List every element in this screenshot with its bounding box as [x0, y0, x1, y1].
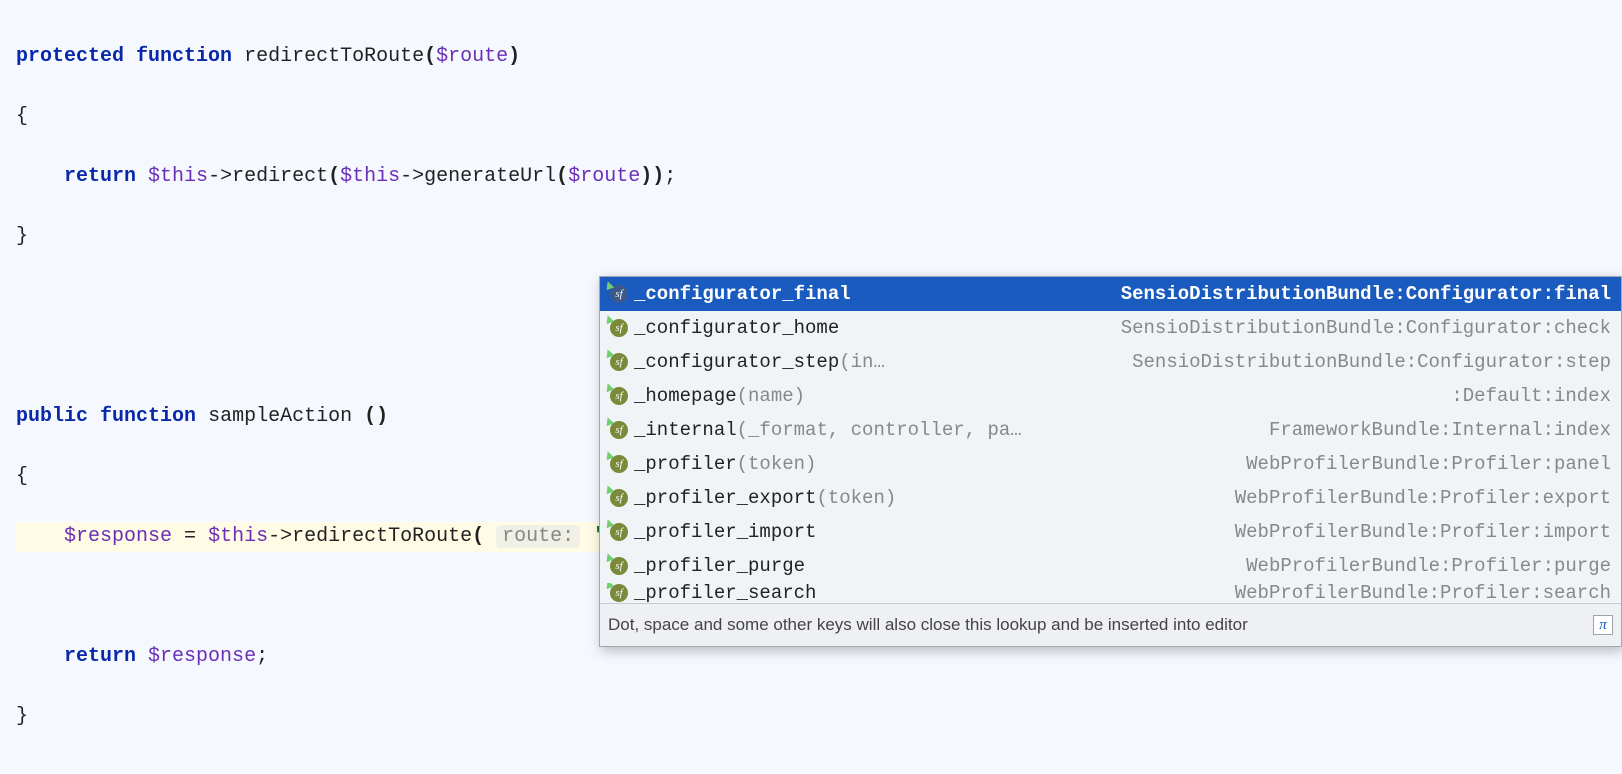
up-arrow-icon — [604, 382, 614, 392]
variable-this: $this — [208, 525, 268, 548]
completion-label: _profiler_import — [634, 515, 816, 549]
variable-this: $this — [340, 165, 400, 188]
completion-type: SensioDistributionBundle:Configurator:st… — [1112, 345, 1611, 379]
completion-item[interactable]: sf _homepage(name) :Default:index — [600, 379, 1621, 413]
completion-hint-bar: Dot, space and some other keys will also… — [600, 603, 1621, 646]
variable-response: $response — [148, 645, 256, 668]
code-line: protected function redirectToRoute($rout… — [16, 42, 1606, 72]
keyword-function: function — [100, 405, 196, 428]
method-generateUrl: generateUrl — [424, 165, 556, 188]
completion-type: WebProfilerBundle:Profiler:search — [1215, 583, 1611, 603]
symfony-route-icon: sf — [610, 285, 628, 303]
completion-type: WebProfilerBundle:Profiler:export — [1215, 481, 1611, 515]
method-redirect: redirect — [232, 165, 328, 188]
completion-type: WebProfilerBundle:Profiler:panel — [1226, 447, 1611, 481]
completion-hint-text: Dot, space and some other keys will also… — [608, 608, 1248, 642]
paren-close: ) — [508, 45, 520, 68]
completion-item[interactable]: sf _profiler_import WebProfilerBundle:Prof… — [600, 515, 1621, 549]
variable-route: $route — [568, 165, 640, 188]
keyword-return: return — [64, 165, 136, 188]
keyword-return: return — [64, 645, 136, 668]
variable-route: $route — [436, 45, 508, 68]
completion-type: FrameworkBundle:Internal:index — [1249, 413, 1611, 447]
completion-item[interactable]: sf _internal(_format, controller, pa… Fram… — [600, 413, 1621, 447]
code-line: return $this->redirect($this->generateUr… — [16, 162, 1606, 192]
completion-type: :Default:index — [1431, 379, 1611, 413]
completion-popup: sf _configurator_final SensioDistributionB… — [599, 276, 1622, 647]
symfony-route-icon: sf — [610, 421, 628, 439]
completion-item[interactable]: sf _profiler_search WebProfilerBundle:Prof… — [600, 583, 1621, 603]
completion-item[interactable]: sf _configurator_step(in… SensioDistributi… — [600, 345, 1621, 379]
up-arrow-icon — [604, 416, 614, 426]
completion-type: WebProfilerBundle:Profiler:import — [1215, 515, 1611, 549]
function-name: redirectToRoute — [244, 45, 424, 68]
keyword-public: public — [16, 405, 88, 428]
symfony-route-icon: sf — [610, 523, 628, 541]
parameter-hint: route: — [496, 525, 580, 548]
completion-item[interactable]: sf _profiler_export(token) WebProfilerBund… — [600, 481, 1621, 515]
completion-label: _internal(_format, controller, pa… — [634, 413, 1022, 447]
up-arrow-icon — [604, 583, 614, 589]
completion-item[interactable]: sf _profiler(token) WebProfilerBundle:Prof… — [600, 447, 1621, 481]
completion-label: _homepage(name) — [634, 379, 805, 413]
completion-label: _profiler(token) — [634, 447, 816, 481]
symfony-route-icon: sf — [610, 319, 628, 337]
completion-list[interactable]: sf _configurator_final SensioDistributionB… — [600, 277, 1621, 603]
paren-open: ( — [424, 45, 436, 68]
symfony-route-icon: sf — [610, 557, 628, 575]
symfony-route-icon: sf — [610, 387, 628, 405]
variable-response: $response — [64, 525, 172, 548]
symfony-route-icon: sf — [610, 584, 628, 602]
arrow-op: -> — [208, 165, 232, 188]
up-arrow-icon — [604, 450, 614, 460]
completion-label: _profiler_purge — [634, 549, 805, 583]
completion-type: SensioDistributionBundle:Configurator:ch… — [1101, 311, 1611, 345]
up-arrow-icon — [604, 348, 614, 358]
arrow-op: -> — [400, 165, 424, 188]
completion-label: _configurator_step(in… — [634, 345, 885, 379]
up-arrow-icon — [604, 518, 614, 528]
brace-close: } — [16, 222, 1606, 252]
method-redirectToRoute: redirectToRoute — [292, 525, 472, 548]
up-arrow-icon — [604, 552, 614, 562]
completion-label: _configurator_home — [634, 311, 839, 345]
completion-type: WebProfilerBundle:Profiler:purge — [1226, 549, 1611, 583]
completion-item[interactable]: sf _configurator_final SensioDistributionB… — [600, 277, 1621, 311]
keyword-protected: protected — [16, 45, 124, 68]
brace-close: } — [16, 702, 1606, 732]
completion-label: _configurator_final — [634, 277, 851, 311]
arrow-op: -> — [268, 525, 292, 548]
completion-item[interactable]: sf _profiler_purge WebProfilerBundle:Profi… — [600, 549, 1621, 583]
completion-label: _profiler_search — [634, 583, 816, 603]
up-arrow-icon — [604, 280, 614, 290]
pi-settings-icon[interactable]: π — [1593, 615, 1613, 635]
up-arrow-icon — [604, 314, 614, 324]
brace-open: { — [16, 102, 1606, 132]
keyword-function: function — [136, 45, 232, 68]
symfony-route-icon: sf — [610, 455, 628, 473]
completion-label: _profiler_export(token) — [634, 481, 896, 515]
completion-item[interactable]: sf _configurator_home SensioDistributionBu… — [600, 311, 1621, 345]
variable-this: $this — [148, 165, 208, 188]
symfony-route-icon: sf — [610, 353, 628, 371]
up-arrow-icon — [604, 484, 614, 494]
symfony-route-icon: sf — [610, 489, 628, 507]
function-name: sampleAction — [208, 405, 352, 428]
completion-type: SensioDistributionBundle:Configurator:fi… — [1101, 277, 1611, 311]
